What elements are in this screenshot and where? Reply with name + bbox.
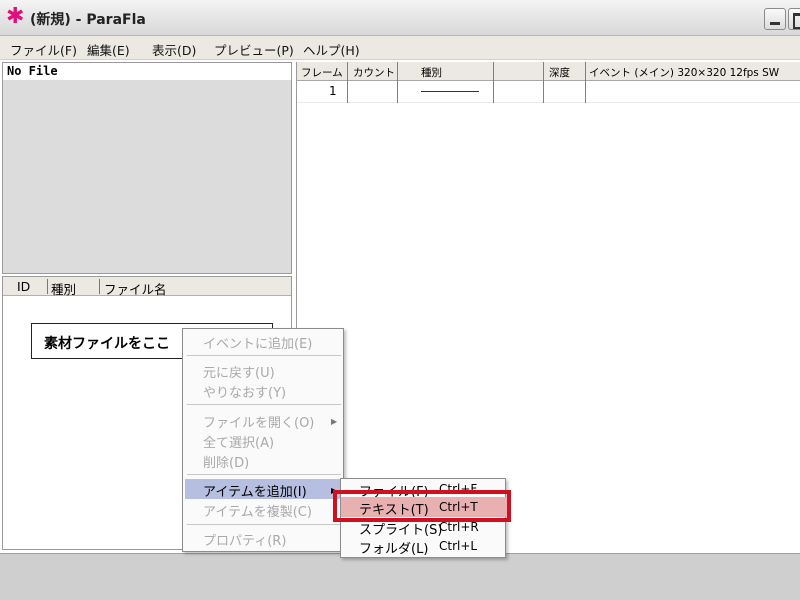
ctx-delete[interactable]: 削除(D) [203, 452, 249, 471]
menu-separator [187, 524, 341, 525]
ctx-add-to-event[interactable]: イベントに追加(E) [203, 333, 312, 352]
sub-folder[interactable]: フォルダ(L) [359, 538, 428, 557]
timeline-pane[interactable]: フレーム カウント 種別 深度 イベント (メイン) 320×320 12fps… [296, 62, 800, 550]
ctx-select-all[interactable]: 全て選択(A) [203, 432, 274, 451]
file-status-label: No File [3, 63, 291, 80]
column-divider[interactable] [585, 62, 586, 81]
menu-help[interactable]: ヘルプ(H) [303, 40, 360, 59]
kind-placeholder-line [421, 91, 479, 92]
menu-view[interactable]: 表示(D) [152, 40, 196, 59]
column-count[interactable]: カウント [353, 65, 395, 80]
app-icon: ✱ [6, 4, 25, 29]
menu-preview[interactable]: プレビュー(P) [214, 40, 294, 59]
drop-hint: 素材ファイルをここ [44, 336, 170, 352]
cell-divider [585, 81, 586, 103]
timeline-row[interactable]: 1 [297, 81, 800, 103]
title-bar: ✱ (新規) - ParaFla [0, 0, 800, 36]
column-divider[interactable] [99, 279, 100, 294]
submenu-arrow-icon: ▶ [331, 417, 338, 426]
ctx-redo[interactable]: やりなおす(Y) [203, 382, 286, 401]
cell-divider [397, 81, 398, 103]
column-divider[interactable] [347, 62, 348, 81]
ctx-open-file[interactable]: ファイルを開く(O) [203, 412, 314, 431]
ctx-duplicate-item[interactable]: アイテムを複製(C) [203, 501, 312, 520]
column-frame[interactable]: フレーム [301, 65, 343, 80]
annotation-highlight-box [333, 490, 511, 522]
menu-file[interactable]: ファイル(F) [10, 40, 77, 59]
menu-separator [187, 474, 341, 475]
menu-separator [187, 404, 341, 405]
column-type[interactable]: 種別 [51, 279, 76, 298]
column-filename[interactable]: ファイル名 [104, 279, 167, 298]
timeline-header: フレーム カウント 種別 深度 イベント (メイン) 320×320 12fps… [297, 62, 800, 81]
column-divider[interactable] [47, 279, 48, 294]
ctx-undo[interactable]: 元に戻す(U) [203, 362, 275, 381]
cell-divider [347, 81, 348, 103]
cell-divider [543, 81, 544, 103]
minimize-button[interactable] [764, 8, 786, 30]
asset-list-header: ID 種別 ファイル名 [3, 277, 291, 298]
sub-sprite-shortcut: Ctrl+R [439, 520, 479, 534]
window-title: (新規) - ParaFla [30, 12, 146, 28]
menu-edit[interactable]: 編集(E) [87, 40, 130, 59]
stage-preview-pane: No File [2, 62, 292, 274]
column-depth[interactable]: 深度 [549, 65, 570, 80]
column-kind[interactable]: 種別 [421, 65, 442, 80]
status-bar [0, 553, 800, 600]
frame-number: 1 [329, 84, 337, 98]
sub-folder-shortcut: Ctrl+L [439, 539, 478, 553]
ctx-properties[interactable]: プロパティ(R) [203, 530, 286, 549]
menu-bar: ファイル(F) 編集(E) 表示(D) プレビュー(P) ヘルプ(H) [0, 36, 800, 60]
menu-separator [187, 355, 341, 356]
cell-divider [493, 81, 494, 103]
context-menu: イベントに追加(E) 元に戻す(U) やりなおす(Y) ファイルを開く(O) ▶… [182, 328, 344, 552]
column-divider[interactable] [543, 62, 544, 81]
column-divider[interactable] [397, 62, 398, 81]
maximize-button[interactable] [788, 8, 800, 30]
column-divider[interactable] [493, 62, 494, 81]
column-event[interactable]: イベント (メイン) 320×320 12fps SW [589, 65, 779, 80]
column-id[interactable]: ID [17, 279, 30, 294]
ctx-add-item[interactable]: アイテムを追加(I) [203, 481, 307, 500]
